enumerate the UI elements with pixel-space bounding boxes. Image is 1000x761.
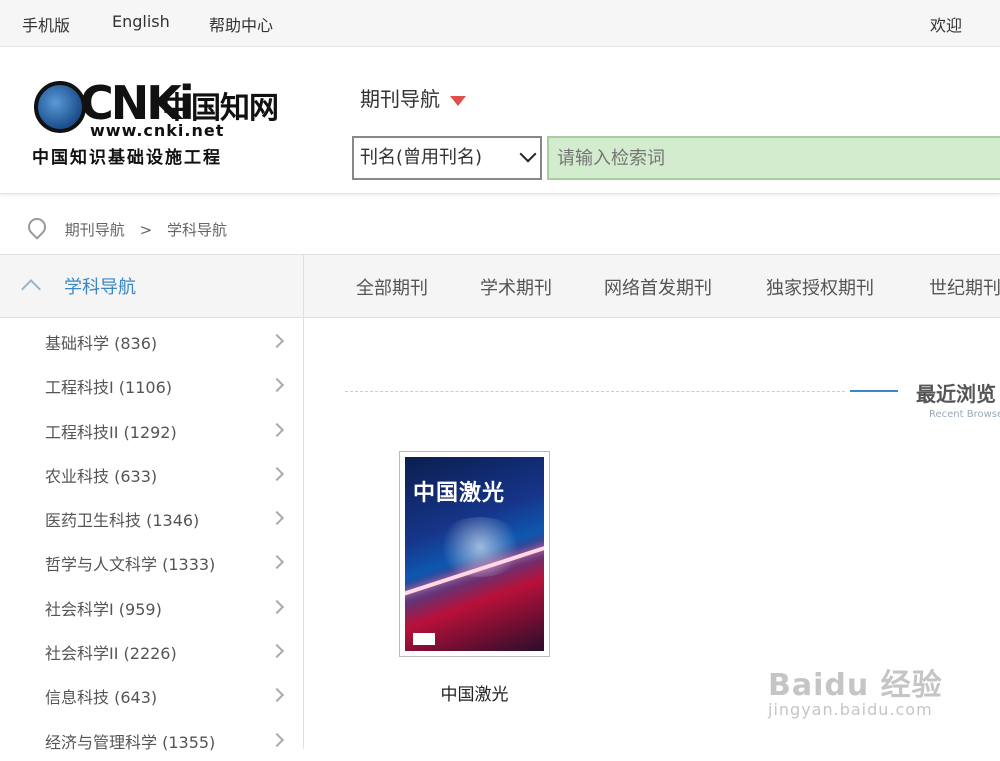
barcode-icon (413, 633, 435, 645)
chevron-up-icon (21, 279, 41, 299)
sidebar-item-label: 工程科技I (1106) (45, 378, 173, 398)
tab-century-journals[interactable]: 世纪期刊 (929, 274, 1000, 300)
location-pin-icon (24, 214, 50, 240)
tab-academic-journals[interactable]: 学术期刊 (480, 274, 552, 300)
sidebar-item-label: 哲学与人文科学 (1333) (45, 555, 216, 575)
english-link[interactable]: English (112, 12, 170, 31)
header: CNKi 中国知网 www.cnki.net 中国知识基础设施工程 期刊导航 刊… (0, 47, 1000, 194)
sidebar-item-economics-management[interactable]: 经济与管理科学 (1355) (0, 717, 303, 761)
breadcrumb-subject-nav[interactable]: 学科导航 (167, 221, 227, 239)
chevron-right-icon (269, 555, 285, 570)
help-center-link[interactable]: 帮助中心 (209, 12, 273, 36)
sidebar-header[interactable]: 学科导航 (0, 254, 303, 318)
chevron-right-icon (269, 511, 285, 526)
mobile-version-link[interactable]: 手机版 (22, 12, 70, 36)
sidebar: 学科导航 基础科学 (836) 工程科技I (1106) 工程科技II (129… (0, 254, 304, 752)
journal-cover[interactable]: 中国激光 (399, 451, 550, 657)
search-field-select[interactable]: 刊名(曾用刊名) (352, 136, 542, 180)
sidebar-item-philosophy-humanities[interactable]: 哲学与人文科学 (1333) (0, 539, 303, 583)
sidebar-item-engineering-1[interactable]: 工程科技I (1106) (0, 362, 303, 406)
breadcrumb-journal-nav[interactable]: 期刊导航 (65, 221, 125, 239)
chevron-right-icon (269, 378, 285, 393)
sidebar-item-label: 医药卫生科技 (1346) (45, 511, 200, 531)
sidebar-item-engineering-2[interactable]: 工程科技II (1292) (0, 407, 303, 451)
baidu-watermark: Baidu 经验 jingyan.baidu.com (768, 660, 943, 719)
sidebar-item-basic-science[interactable]: 基础科学 (836) (0, 318, 303, 362)
breadcrumb: 期刊导航 > 学科导航 (24, 214, 227, 240)
tab-exclusive[interactable]: 独家授权期刊 (766, 274, 874, 300)
sidebar-item-agriculture[interactable]: 农业科技 (633) (0, 451, 303, 495)
logo-tagline: 中国知识基础设施工程 (32, 148, 222, 168)
journal-tabs: 全部期刊 学术期刊 网络首发期刊 独家授权期刊 世纪期刊 (304, 254, 1000, 318)
tab-online-first[interactable]: 网络首发期刊 (604, 274, 712, 300)
sidebar-item-label: 经济与管理科学 (1355) (45, 732, 216, 752)
logo-url: www.cnki.net (90, 121, 225, 140)
chevron-right-icon (269, 599, 285, 614)
chevron-right-icon (269, 466, 285, 481)
journal-cover-image: 中国激光 (405, 457, 544, 651)
breadcrumb-separator: > (139, 220, 153, 239)
recent-browse-title: 最近浏览 (916, 382, 996, 406)
journal-nav-dropdown[interactable]: 期刊导航 (360, 83, 466, 112)
cnki-logo[interactable]: CNKi 中国知网 www.cnki.net 中国知识基础设施工程 (30, 75, 280, 168)
sidebar-item-label: 基础科学 (836) (45, 334, 158, 353)
sidebar-item-medicine[interactable]: 医药卫生科技 (1346) (0, 495, 303, 539)
cover-title: 中国激光 (413, 480, 506, 506)
section-divider (345, 391, 845, 392)
sidebar-item-label: 信息科技 (643) (45, 688, 158, 708)
chevron-down-icon (519, 145, 537, 163)
watermark-line2: jingyan.baidu.com (768, 700, 933, 719)
sidebar-item-social-science-2[interactable]: 社会科学II (2226) (0, 628, 303, 672)
search-input[interactable] (547, 136, 1000, 180)
sidebar-item-label: 社会科学II (2226) (45, 644, 177, 664)
chevron-right-icon (269, 688, 285, 703)
sidebar-item-label: 社会科学I (959) (45, 599, 162, 619)
sidebar-item-label: 农业科技 (633) (45, 466, 158, 486)
triangle-down-icon (450, 95, 466, 106)
section-accent-line (850, 390, 898, 392)
journal-title-link[interactable]: 中国激光 (399, 680, 550, 705)
welcome-text: 欢迎 (930, 16, 963, 35)
chevron-right-icon (269, 732, 285, 747)
search-field-value: 刊名(曾用刊名) (360, 147, 483, 168)
watermark-line1: Baidu 经验 (768, 668, 943, 703)
recent-browse-subtitle: Recent Browse (929, 409, 1000, 420)
sidebar-item-label: 工程科技II (1292) (45, 422, 177, 442)
globe-icon (34, 81, 86, 133)
tab-all-journals[interactable]: 全部期刊 (356, 274, 428, 300)
chevron-right-icon (269, 644, 285, 659)
top-bar: 手机版 English 帮助中心 欢迎 (0, 0, 1000, 47)
sidebar-item-social-science-1[interactable]: 社会科学I (959) (0, 584, 303, 628)
sidebar-item-information-tech[interactable]: 信息科技 (643) (0, 672, 303, 716)
chevron-right-icon (269, 422, 285, 437)
chevron-right-icon (269, 333, 285, 349)
sidebar-title: 学科导航 (64, 277, 136, 298)
journal-nav-label: 期刊导航 (360, 87, 440, 111)
